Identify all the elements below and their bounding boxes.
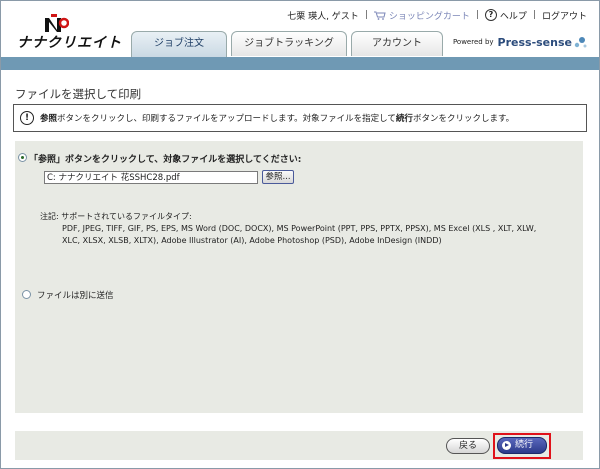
separator: |: [475, 10, 479, 20]
play-icon: [502, 441, 511, 450]
browse-option-radio[interactable]: [18, 153, 27, 162]
note-label: 注記: サポートされているファイルタイプ:: [40, 212, 192, 221]
tab-account[interactable]: アカウント: [351, 31, 443, 56]
logo: ナナクリエイト: [15, 14, 125, 51]
browse-option-label: 「参照」ボタンをクリックして、対象ファイルを選択してください:: [29, 155, 302, 165]
supported-file-types: PDF, JPEG, TIFF, GIF, PS, EPS, MS Word (…: [62, 224, 537, 245]
send-separately-radio[interactable]: [22, 290, 31, 299]
help-link[interactable]: ? ヘルプ: [484, 9, 527, 22]
logout-link[interactable]: ログアウト: [542, 9, 587, 22]
separator: |: [364, 10, 368, 20]
continue-button[interactable]: 続行: [497, 437, 547, 454]
logo-text: ナナクリエイト: [17, 35, 122, 51]
browse-button[interactable]: 参照...: [262, 170, 294, 184]
cart-link[interactable]: ショッピングカート: [373, 9, 470, 22]
brand-dots-icon: [574, 37, 587, 48]
info-icon: !: [20, 111, 34, 125]
file-path-input[interactable]: C: ナナクリエイト 花SSHC28.pdf: [44, 171, 258, 184]
top-links: 七栗 瑛人, ゲスト | ショッピングカート | ? ヘルプ | ログアウト: [287, 7, 587, 23]
notice-text: 参照ボタンをクリックし、印刷するファイルをアップロードします。対象ファイルを指定…: [40, 114, 515, 124]
continue-label: 続行: [515, 440, 534, 450]
instruction-notice: ! 参照ボタンをクリックし、印刷するファイルをアップロードします。対象ファイルを…: [13, 104, 587, 132]
tab-job-order[interactable]: ジョブ注文: [131, 31, 227, 58]
app-window: ナナクリエイト 七栗 瑛人, ゲスト | ショッピングカート | ? ヘルプ |…: [0, 0, 600, 469]
cart-label: ショッピングカート: [388, 11, 470, 22]
powered-by-label: Powered by: [452, 38, 494, 46]
user-name: 七栗 瑛人, ゲスト: [287, 11, 359, 22]
page-title: ファイルを選択して印刷: [15, 87, 142, 101]
help-label: ヘルプ: [499, 11, 527, 22]
header: ナナクリエイト 七栗 瑛人, ゲスト | ショッピングカート | ? ヘルプ |…: [1, 1, 599, 58]
accent-bar: [1, 57, 599, 70]
cart-icon: [373, 11, 386, 20]
send-separately-label: ファイルは別に送信: [37, 291, 114, 301]
back-button[interactable]: 戻る: [446, 438, 490, 454]
help-icon: ?: [484, 9, 497, 21]
brand-name: Press-sense: [497, 35, 572, 49]
logo-mark-icon: [45, 14, 69, 32]
separator: |: [532, 10, 536, 20]
powered-by: Powered by Press-sense: [453, 35, 587, 49]
tab-job-tracking[interactable]: ジョブトラッキング: [231, 31, 347, 56]
